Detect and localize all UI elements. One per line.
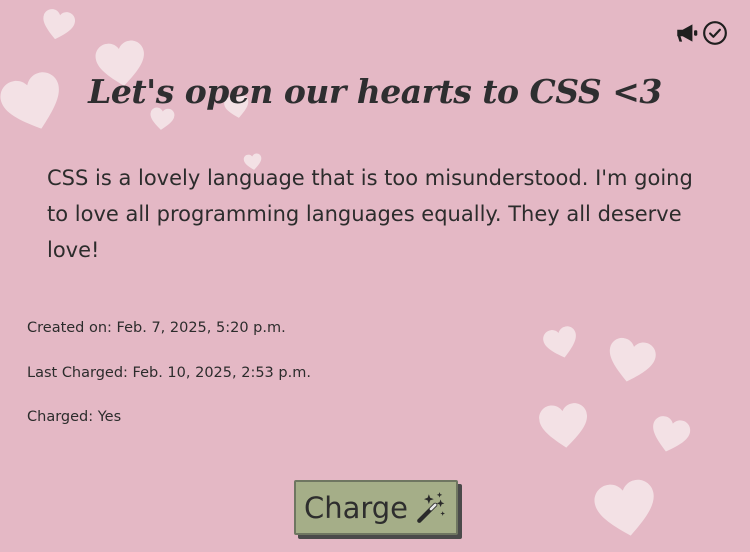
megaphone-icon[interactable] <box>674 20 700 46</box>
charged-status: Charged: Yes <box>27 409 122 425</box>
heart-icon <box>39 7 77 43</box>
post-title: Let's open our hearts to CSS <3 <box>88 72 662 111</box>
post-body: CSS is a lovely language that is too mis… <box>47 166 693 262</box>
heart-icon <box>646 414 693 457</box>
check-circle-icon[interactable] <box>702 20 728 46</box>
header-actions <box>674 20 728 46</box>
charge-button-label: Charge <box>303 490 409 525</box>
heart-icon <box>538 402 590 451</box>
last-charged-date: Last Charged: Feb. 10, 2025, 2:53 p.m. <box>27 365 311 381</box>
created-date: Created on: Feb. 7, 2025, 5:20 p.m. <box>27 320 286 336</box>
heart-icon <box>602 335 660 386</box>
heart-icon <box>541 324 581 361</box>
charge-button[interactable]: Charge <box>294 480 458 535</box>
magic-wand-icon <box>414 491 448 525</box>
heart-icon <box>590 477 662 541</box>
